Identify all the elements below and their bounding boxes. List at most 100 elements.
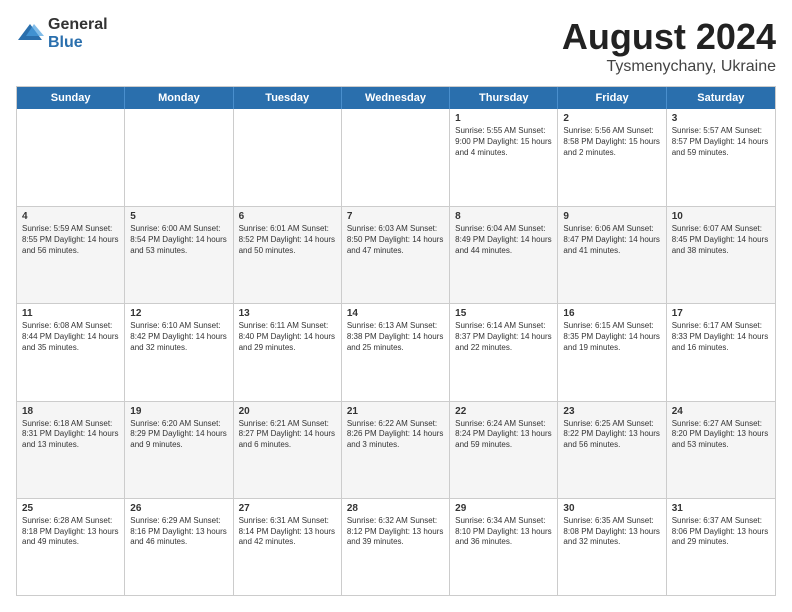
header: General Blue August 2024 Tysmenychany, U… bbox=[16, 16, 776, 76]
cell-info: Sunrise: 6:14 AM Sunset: 8:37 PM Dayligh… bbox=[455, 321, 552, 353]
cell-date-number: 14 bbox=[347, 308, 444, 319]
calendar-row: 4 Sunrise: 5:59 AM Sunset: 8:55 PM Daylig… bbox=[17, 206, 775, 303]
cell-date-number: 4 bbox=[22, 211, 119, 222]
cell-date-number: 8 bbox=[455, 211, 552, 222]
calendar-day-cell: 2 Sunrise: 5:56 AM Sunset: 8:58 PM Daylig… bbox=[558, 109, 666, 206]
cell-date-number: 12 bbox=[130, 308, 227, 319]
cell-info: Sunrise: 6:34 AM Sunset: 8:10 PM Dayligh… bbox=[455, 516, 552, 548]
calendar-day-cell: 15 Sunrise: 6:14 AM Sunset: 8:37 PM Dayli… bbox=[450, 304, 558, 400]
logo-icon bbox=[16, 20, 44, 48]
empty-cell bbox=[17, 109, 125, 206]
cell-info: Sunrise: 5:56 AM Sunset: 8:58 PM Dayligh… bbox=[563, 126, 660, 158]
calendar-body: 1Sunrise: 5:55 AM Sunset: 9:00 PM Daylig… bbox=[17, 109, 775, 595]
cell-info: Sunrise: 6:27 AM Sunset: 8:20 PM Dayligh… bbox=[672, 419, 770, 451]
cell-date-number: 17 bbox=[672, 308, 770, 319]
cell-date-number: 21 bbox=[347, 406, 444, 417]
calendar-day-cell: 29 Sunrise: 6:34 AM Sunset: 8:10 PM Dayli… bbox=[450, 499, 558, 595]
cell-info: Sunrise: 5:57 AM Sunset: 8:57 PM Dayligh… bbox=[672, 126, 770, 158]
cell-date-number: 1 bbox=[455, 113, 552, 124]
empty-cell bbox=[234, 109, 342, 206]
cell-info: Sunrise: 6:31 AM Sunset: 8:14 PM Dayligh… bbox=[239, 516, 336, 548]
calendar-day-cell: 31Sunrise: 6:37 AM Sunset: 8:06 PM Dayli… bbox=[667, 499, 775, 595]
cell-info: Sunrise: 6:20 AM Sunset: 8:29 PM Dayligh… bbox=[130, 419, 227, 451]
cell-info: Sunrise: 6:11 AM Sunset: 8:40 PM Dayligh… bbox=[239, 321, 336, 353]
calendar-day-cell: 5 Sunrise: 6:00 AM Sunset: 8:54 PM Daylig… bbox=[125, 207, 233, 303]
cell-info: Sunrise: 6:29 AM Sunset: 8:16 PM Dayligh… bbox=[130, 516, 227, 548]
cell-info: Sunrise: 5:59 AM Sunset: 8:55 PM Dayligh… bbox=[22, 224, 119, 256]
cell-date-number: 15 bbox=[455, 308, 552, 319]
empty-cell bbox=[342, 109, 450, 206]
calendar-day-cell: 28Sunrise: 6:32 AM Sunset: 8:12 PM Dayli… bbox=[342, 499, 450, 595]
calendar-day-cell: 3 Sunrise: 5:57 AM Sunset: 8:57 PM Daylig… bbox=[667, 109, 775, 206]
weekday-header: Tuesday bbox=[234, 87, 342, 109]
cell-info: Sunrise: 6:00 AM Sunset: 8:54 PM Dayligh… bbox=[130, 224, 227, 256]
calendar-day-cell: 1Sunrise: 5:55 AM Sunset: 9:00 PM Daylig… bbox=[450, 109, 558, 206]
cell-date-number: 3 bbox=[672, 113, 770, 124]
cell-info: Sunrise: 6:37 AM Sunset: 8:06 PM Dayligh… bbox=[672, 516, 770, 548]
title-month: August 2024 bbox=[562, 16, 776, 58]
logo-general: General bbox=[48, 16, 108, 34]
logo: General Blue bbox=[16, 16, 108, 51]
calendar-day-cell: 20Sunrise: 6:21 AM Sunset: 8:27 PM Dayli… bbox=[234, 402, 342, 498]
calendar-row: 11Sunrise: 6:08 AM Sunset: 8:44 PM Dayli… bbox=[17, 303, 775, 400]
calendar-row: 1Sunrise: 5:55 AM Sunset: 9:00 PM Daylig… bbox=[17, 109, 775, 206]
cell-date-number: 24 bbox=[672, 406, 770, 417]
cell-info: Sunrise: 6:22 AM Sunset: 8:26 PM Dayligh… bbox=[347, 419, 444, 451]
cell-info: Sunrise: 6:15 AM Sunset: 8:35 PM Dayligh… bbox=[563, 321, 660, 353]
calendar-day-cell: 26 Sunrise: 6:29 AM Sunset: 8:16 PM Dayli… bbox=[125, 499, 233, 595]
calendar-day-cell: 24 Sunrise: 6:27 AM Sunset: 8:20 PM Dayli… bbox=[667, 402, 775, 498]
cell-info: Sunrise: 6:08 AM Sunset: 8:44 PM Dayligh… bbox=[22, 321, 119, 353]
cell-info: Sunrise: 6:35 AM Sunset: 8:08 PM Dayligh… bbox=[563, 516, 660, 548]
weekday-header: Friday bbox=[558, 87, 666, 109]
cell-date-number: 5 bbox=[130, 211, 227, 222]
cell-date-number: 2 bbox=[563, 113, 660, 124]
calendar-day-cell: 25 Sunrise: 6:28 AM Sunset: 8:18 PM Dayli… bbox=[17, 499, 125, 595]
calendar-row: 25 Sunrise: 6:28 AM Sunset: 8:18 PM Dayli… bbox=[17, 498, 775, 595]
cell-date-number: 26 bbox=[130, 503, 227, 514]
calendar-day-cell: 4 Sunrise: 5:59 AM Sunset: 8:55 PM Daylig… bbox=[17, 207, 125, 303]
calendar-day-cell: 12 Sunrise: 6:10 AM Sunset: 8:42 PM Dayli… bbox=[125, 304, 233, 400]
cell-info: Sunrise: 6:03 AM Sunset: 8:50 PM Dayligh… bbox=[347, 224, 444, 256]
calendar-day-cell: 10Sunrise: 6:07 AM Sunset: 8:45 PM Dayli… bbox=[667, 207, 775, 303]
cell-info: Sunrise: 6:21 AM Sunset: 8:27 PM Dayligh… bbox=[239, 419, 336, 451]
calendar-day-cell: 7 Sunrise: 6:03 AM Sunset: 8:50 PM Daylig… bbox=[342, 207, 450, 303]
calendar-day-cell: 13 Sunrise: 6:11 AM Sunset: 8:40 PM Dayli… bbox=[234, 304, 342, 400]
cell-date-number: 25 bbox=[22, 503, 119, 514]
cell-date-number: 30 bbox=[563, 503, 660, 514]
empty-cell bbox=[125, 109, 233, 206]
cell-date-number: 22 bbox=[455, 406, 552, 417]
cell-info: Sunrise: 6:04 AM Sunset: 8:49 PM Dayligh… bbox=[455, 224, 552, 256]
cell-date-number: 19 bbox=[130, 406, 227, 417]
cell-info: Sunrise: 6:32 AM Sunset: 8:12 PM Dayligh… bbox=[347, 516, 444, 548]
calendar-header: SundayMondayTuesdayWednesdayThursdayFrid… bbox=[17, 87, 775, 109]
cell-info: Sunrise: 6:28 AM Sunset: 8:18 PM Dayligh… bbox=[22, 516, 119, 548]
calendar-day-cell: 21 Sunrise: 6:22 AM Sunset: 8:26 PM Dayli… bbox=[342, 402, 450, 498]
calendar: SundayMondayTuesdayWednesdayThursdayFrid… bbox=[16, 86, 776, 596]
calendar-day-cell: 17Sunrise: 6:17 AM Sunset: 8:33 PM Dayli… bbox=[667, 304, 775, 400]
weekday-header: Monday bbox=[125, 87, 233, 109]
cell-date-number: 23 bbox=[563, 406, 660, 417]
cell-date-number: 16 bbox=[563, 308, 660, 319]
weekday-header: Thursday bbox=[450, 87, 558, 109]
cell-info: Sunrise: 6:10 AM Sunset: 8:42 PM Dayligh… bbox=[130, 321, 227, 353]
calendar-day-cell: 18Sunrise: 6:18 AM Sunset: 8:31 PM Dayli… bbox=[17, 402, 125, 498]
calendar-day-cell: 8 Sunrise: 6:04 AM Sunset: 8:49 PM Daylig… bbox=[450, 207, 558, 303]
calendar-day-cell: 27 Sunrise: 6:31 AM Sunset: 8:14 PM Dayli… bbox=[234, 499, 342, 595]
calendar-row: 18Sunrise: 6:18 AM Sunset: 8:31 PM Dayli… bbox=[17, 401, 775, 498]
page: General Blue August 2024 Tysmenychany, U… bbox=[0, 0, 792, 612]
calendar-day-cell: 30 Sunrise: 6:35 AM Sunset: 8:08 PM Dayli… bbox=[558, 499, 666, 595]
cell-date-number: 7 bbox=[347, 211, 444, 222]
calendar-day-cell: 19 Sunrise: 6:20 AM Sunset: 8:29 PM Dayli… bbox=[125, 402, 233, 498]
calendar-day-cell: 11Sunrise: 6:08 AM Sunset: 8:44 PM Dayli… bbox=[17, 304, 125, 400]
title-location: Tysmenychany, Ukraine bbox=[562, 58, 776, 76]
calendar-day-cell: 16 Sunrise: 6:15 AM Sunset: 8:35 PM Dayli… bbox=[558, 304, 666, 400]
cell-info: Sunrise: 6:01 AM Sunset: 8:52 PM Dayligh… bbox=[239, 224, 336, 256]
calendar-day-cell: 9Sunrise: 6:06 AM Sunset: 8:47 PM Daylig… bbox=[558, 207, 666, 303]
cell-date-number: 29 bbox=[455, 503, 552, 514]
calendar-day-cell: 14Sunrise: 6:13 AM Sunset: 8:38 PM Dayli… bbox=[342, 304, 450, 400]
cell-date-number: 27 bbox=[239, 503, 336, 514]
cell-info: Sunrise: 6:24 AM Sunset: 8:24 PM Dayligh… bbox=[455, 419, 552, 451]
calendar-day-cell: 6Sunrise: 6:01 AM Sunset: 8:52 PM Daylig… bbox=[234, 207, 342, 303]
cell-date-number: 13 bbox=[239, 308, 336, 319]
cell-date-number: 18 bbox=[22, 406, 119, 417]
